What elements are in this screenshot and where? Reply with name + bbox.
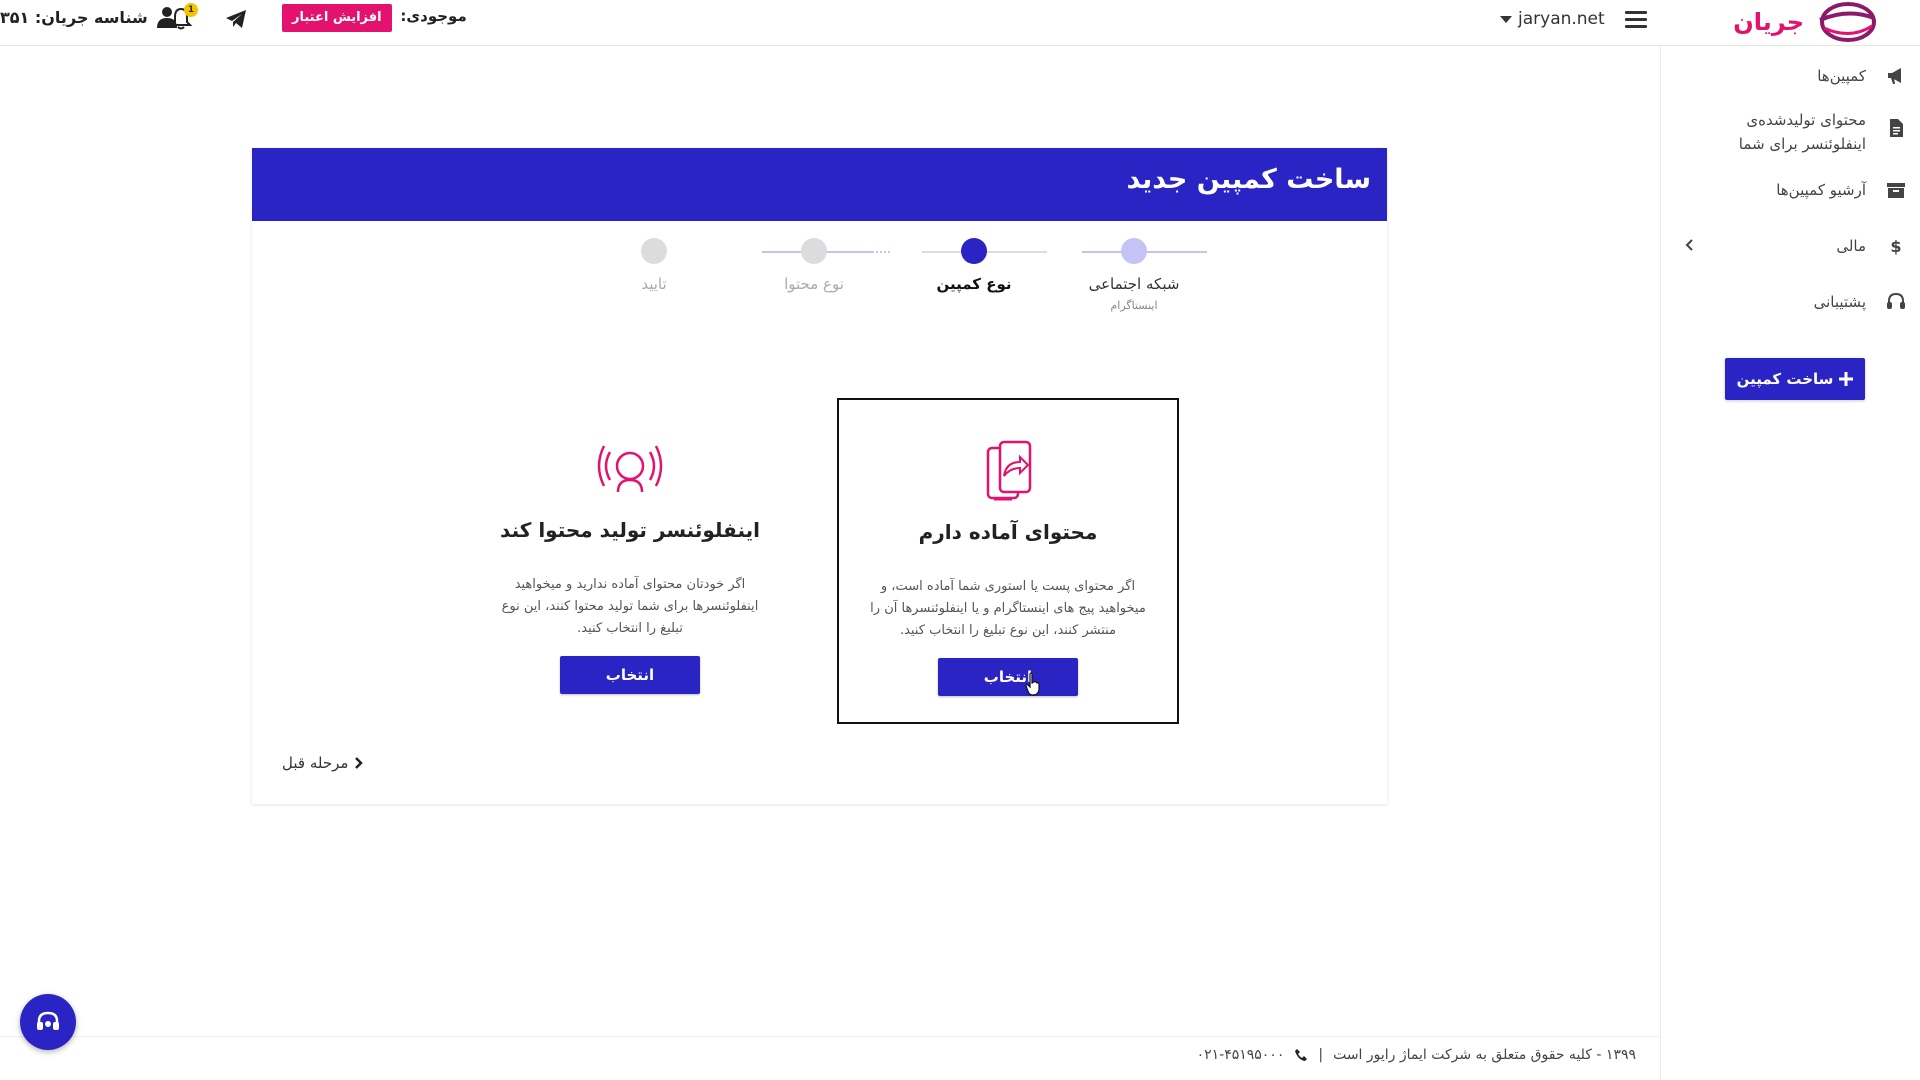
option-description: اگر محتوای پست یا استوری شما آماده است، … [870, 579, 1146, 638]
headset-icon [37, 1011, 59, 1030]
site-name: jaryan.net [1518, 9, 1605, 29]
support-chat-button[interactable] [20, 994, 76, 1050]
stepper: شبکه اجتماعی اینستاگرام نوع کمپین نوع مح… [252, 221, 1387, 331]
step-content-type: نوع محتوا [739, 238, 889, 293]
new-campaign-button[interactable]: ساخت کمپین [1725, 358, 1865, 400]
footer: ۱۳۹۹ - کلیه حقوق متعلق به شرکت ایماژ رای… [0, 1036, 1660, 1080]
menu-toggle-button[interactable] [1622, 7, 1650, 31]
top-bar: جریان jaryan.net موجودی: ۰ افزایش اعتبار… [0, 0, 1920, 46]
telegram-icon[interactable] [224, 7, 248, 31]
copyright-text: ۱۳۹۹ - کلیه حقوق متعلق به شرکت ایماژ رای… [1333, 1047, 1636, 1063]
hamburger-icon [1625, 11, 1647, 14]
hand-cursor-icon [1025, 672, 1040, 696]
share-content-icon [986, 440, 1032, 501]
footer-separator: | [1318, 1047, 1324, 1063]
select-button[interactable]: انتخاب [938, 658, 1078, 696]
step-confirm: تایید [579, 238, 729, 293]
step-dot [961, 238, 987, 264]
option-title: اینفلوئنسر تولید محتوا کند [500, 518, 760, 542]
notification-badge: 1 [184, 3, 198, 17]
previous-step-label: مرحله قبل [282, 754, 349, 772]
sidebar-item-finance[interactable]: $ مالی [1660, 234, 1920, 258]
headset-icon [1887, 292, 1905, 309]
megaphone-icon [1888, 68, 1901, 84]
user-id-label: شناسه جریان: ۳۵۱ [0, 7, 148, 27]
step-campaign-type: نوع کمپین [899, 238, 1049, 293]
sidebar-item-campaigns[interactable]: کمپین‌ها [1660, 64, 1920, 88]
step-sub-label: اینستاگرام [1110, 299, 1158, 312]
sidebar-item-archive[interactable]: آرشیو کمپین‌ها [1660, 178, 1920, 202]
previous-step-button[interactable]: مرحله قبل [282, 754, 364, 772]
step-label: تایید [641, 275, 667, 293]
step-dot [801, 238, 827, 264]
page-title: ساخت کمپین جدید [1126, 164, 1371, 195]
plus-icon [1839, 372, 1854, 386]
svg-text:$: $ [1890, 237, 1901, 256]
dollar-icon: $ [1890, 237, 1901, 256]
option-influencer-creates[interactable]: اینفلوئنسر تولید محتوا کند اگر خودتان مح… [459, 398, 801, 724]
option-description: اگر خودتان محتوای آماده ندارید و میخواهی… [501, 577, 759, 636]
sidebar-item-label: پشتیبانی [1813, 293, 1866, 311]
card-header: ساخت کمپین جدید [252, 148, 1387, 221]
campaign-wizard-card: ساخت کمپین جدید شبکه اجتماعی اینستاگرام … [252, 148, 1387, 804]
caret-down-icon [1500, 15, 1512, 23]
hamburger-icon-bar [1625, 25, 1647, 28]
footer-text: ۱۳۹۹ - کلیه حقوق متعلق به شرکت ایماژ رای… [1197, 1047, 1636, 1063]
step-dot [641, 238, 667, 264]
increase-credit-button[interactable]: افزایش اعتبار [282, 4, 392, 32]
sidebar-item-label: محتوای تولیدشده‌ی اینفلوئنسر برای شما [1738, 111, 1866, 153]
option-title: محتوای آماده دارم [918, 520, 1098, 544]
balance-label: موجودی: ۰ [386, 7, 467, 25]
step-social-network[interactable]: شبکه اجتماعی اینستاگرام [1059, 238, 1209, 312]
chevron-left-icon [1685, 239, 1693, 251]
chevron-right-icon [355, 757, 364, 769]
site-dropdown[interactable]: jaryan.net [1500, 7, 1605, 31]
sidebar-item-label: آرشیو کمپین‌ها [1776, 181, 1866, 199]
hamburger-icon-bar [1625, 18, 1647, 21]
phone-number[interactable]: ۰۲۱-۴۵۱۹۵۰۰۰ [1197, 1047, 1285, 1063]
step-dot [1121, 238, 1147, 264]
sidebar-item-generated-content[interactable]: محتوای تولیدشده‌ی اینفلوئنسر برای شما [1660, 108, 1920, 156]
phone-icon [1295, 1049, 1308, 1061]
user-id[interactable]: شناسه جریان: ۳۵۱ [0, 6, 178, 28]
step-label: شبکه اجتماعی [1088, 275, 1180, 293]
sidebar-item-support[interactable]: پشتیبانی [1660, 290, 1920, 314]
option-ready-content[interactable]: محتوای آماده دارم اگر محتوای پست یا استو… [837, 398, 1179, 724]
select-button[interactable]: انتخاب [560, 656, 700, 694]
step-label: نوع کمپین [936, 275, 1012, 293]
logo[interactable]: جریان [1700, 0, 1876, 44]
sidebar-item-label: مالی [1836, 237, 1866, 255]
user-icon [156, 7, 177, 28]
sidebar-item-label: کمپین‌ها [1817, 67, 1866, 85]
new-campaign-label: ساخت کمپین [1736, 370, 1834, 388]
sidebar: کمپین‌ها محتوای تولیدشده‌ی اینفلوئنسر بر… [1660, 46, 1920, 1080]
influencer-broadcast-icon [597, 445, 663, 493]
logo-text: جریان [1733, 8, 1804, 36]
step-label: نوع محتوا [784, 275, 844, 293]
archive-icon [1887, 183, 1905, 198]
document-icon [1890, 119, 1903, 137]
